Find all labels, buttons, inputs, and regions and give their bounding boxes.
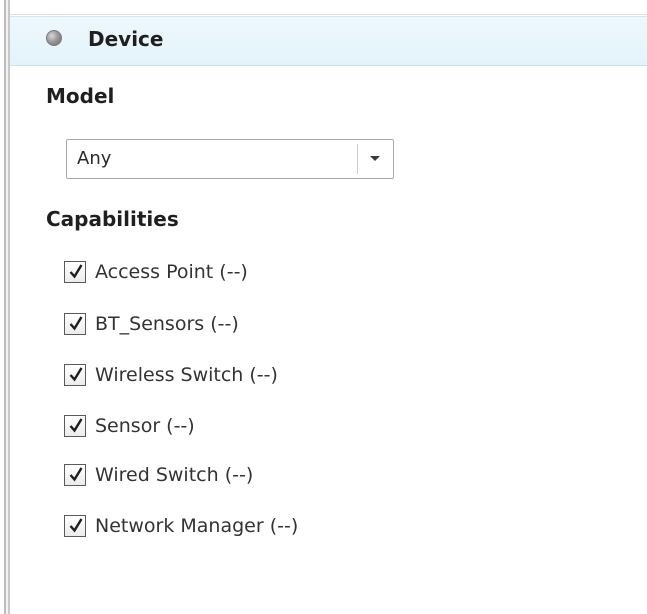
capability-item-wireless-switch[interactable]: Wireless Switch (--) (64, 362, 484, 388)
capability-item-wired-switch[interactable]: Wired Switch (--) (64, 462, 484, 488)
checkmark-icon (69, 264, 83, 279)
section-status-icon (46, 30, 62, 46)
network-manager-label: Network Manager (--) (95, 515, 299, 537)
wired-switch-label: Wired Switch (--) (95, 464, 254, 486)
wired-switch-checkbox[interactable] (64, 464, 86, 486)
capability-item-bt-sensors[interactable]: BT_Sensors (--) (64, 311, 484, 337)
checkmark-icon (69, 418, 83, 433)
model-select-value: Any (77, 148, 112, 169)
network-manager-checkbox[interactable] (64, 515, 86, 537)
capability-item-network-manager[interactable]: Network Manager (--) (64, 513, 484, 539)
wireless-switch-checkbox[interactable] (64, 364, 86, 386)
checkmark-icon (69, 367, 83, 382)
checkmark-icon (69, 316, 83, 331)
bt-sensors-label: BT_Sensors (--) (95, 313, 239, 335)
select-divider (357, 144, 358, 174)
model-select[interactable]: Any (66, 139, 394, 179)
device-filter-panel: Device Model Any Capabilities Access Poi… (0, 0, 647, 614)
access-point-checkbox[interactable] (64, 261, 86, 283)
capability-item-access-point[interactable]: Access Point (--) (64, 259, 484, 285)
access-point-label: Access Point (--) (95, 261, 248, 283)
sensor-checkbox[interactable] (64, 415, 86, 437)
panel-left-border (0, 0, 10, 614)
checkmark-icon (69, 467, 83, 482)
device-section-header[interactable]: Device (10, 16, 647, 66)
panel-top-strip (10, 0, 647, 15)
wireless-switch-label: Wireless Switch (--) (95, 364, 278, 386)
checkmark-icon (69, 518, 83, 533)
capabilities-label: Capabilities (46, 207, 179, 231)
section-title: Device (88, 27, 164, 51)
sensor-label: Sensor (--) (95, 415, 195, 437)
capability-item-sensor[interactable]: Sensor (--) (64, 413, 484, 439)
bt-sensors-checkbox[interactable] (64, 313, 86, 335)
chevron-down-icon[interactable] (370, 156, 380, 161)
model-label: Model (46, 84, 115, 108)
